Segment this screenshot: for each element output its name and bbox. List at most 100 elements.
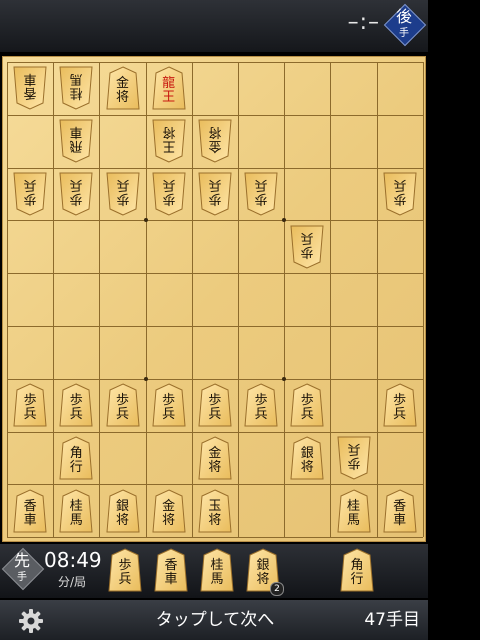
hand-piece[interactable]: 香車: [154, 548, 188, 592]
board-piece[interactable]: 歩兵: [290, 383, 324, 427]
piece-label-bottom: 兵: [69, 177, 83, 192]
board-piece[interactable]: 金将: [198, 119, 232, 163]
grid-line-horizontal: [7, 326, 423, 327]
board-piece[interactable]: 歩兵: [383, 172, 417, 216]
board-piece[interactable]: 桂馬: [336, 489, 371, 533]
tap-to-continue-prompt[interactable]: タップして次へ: [110, 608, 320, 632]
gote-info-bar: –:– 後 手: [0, 0, 428, 52]
piece-label-top: 角: [69, 446, 83, 461]
piece-label-bottom: 王: [162, 90, 176, 106]
board-piece[interactable]: 香車: [13, 66, 47, 110]
board-piece[interactable]: 歩兵: [336, 436, 371, 480]
piece-label-top: 角: [350, 558, 364, 573]
board-piece[interactable]: 王将: [152, 119, 186, 163]
board-piece[interactable]: 歩兵: [13, 383, 47, 427]
board-piece[interactable]: 飛車: [59, 119, 93, 163]
hand-piece[interactable]: 角行: [340, 548, 374, 592]
board-piece[interactable]: 歩兵: [59, 383, 93, 427]
piece-label: 桂馬: [59, 498, 93, 528]
board-piece[interactable]: 歩兵: [198, 172, 232, 216]
board-piece[interactable]: 龍王: [152, 66, 186, 110]
piece-label: 歩兵: [108, 559, 142, 587]
grid-line-vertical: [191, 62, 193, 538]
piece-label-bottom: 車: [23, 512, 37, 528]
board-piece[interactable]: 桂馬: [59, 66, 93, 110]
piece-label-bottom: 車: [69, 124, 83, 140]
board-piece[interactable]: 歩兵: [198, 383, 232, 427]
piece-label: 歩兵: [152, 177, 186, 206]
board-piece[interactable]: 桂馬: [59, 489, 93, 533]
piece-label-bottom: 兵: [23, 407, 37, 423]
shogi-board[interactable]: 香車桂馬金将龍王飛車王将金将歩兵歩兵歩兵歩兵歩兵歩兵歩兵歩兵歩兵歩兵歩兵歩兵歩兵…: [2, 56, 426, 542]
board-piece[interactable]: 香車: [383, 489, 417, 533]
board-piece[interactable]: 歩兵: [13, 172, 47, 216]
piece-label-bottom: 兵: [115, 407, 129, 423]
piece-label-top: 歩: [254, 393, 268, 409]
piece-label: 歩兵: [106, 394, 140, 422]
piece-label-top: 銀: [115, 498, 129, 514]
board-piece[interactable]: 歩兵: [383, 383, 417, 427]
board-piece[interactable]: 銀将: [290, 436, 324, 480]
piece-label: 歩兵: [152, 394, 186, 422]
piece-label-top: 金: [208, 446, 222, 461]
piece-label: 歩兵: [244, 394, 278, 422]
piece-label-top: 桂: [346, 498, 360, 514]
piece-label-top: 歩: [162, 191, 176, 206]
piece-label-top: 飛: [69, 138, 83, 154]
piece-label: 金将: [198, 447, 232, 475]
grid-line-horizontal: [7, 537, 423, 539]
piece-label-top: 桂: [69, 85, 83, 101]
gear-icon[interactable]: [18, 608, 44, 634]
board-piece[interactable]: 金将: [198, 436, 232, 480]
board-piece[interactable]: 歩兵: [105, 383, 140, 427]
piece-label-bottom: 将: [300, 460, 314, 475]
piece-label-bottom: 兵: [254, 177, 268, 192]
piece-label-bottom: 行: [350, 572, 364, 587]
grid-line-vertical: [376, 62, 378, 538]
grid-line-vertical: [284, 62, 286, 538]
grid-line-vertical: [330, 62, 332, 538]
piece-label: 角行: [59, 447, 93, 475]
piece-label-top: 桂: [210, 558, 224, 573]
piece-label-bottom: 将: [115, 512, 129, 528]
shogi-app: –:– 後 手 香車桂馬金将龍王飛車王将金将歩兵歩兵歩兵歩兵歩兵歩兵歩兵歩兵歩兵…: [0, 0, 480, 640]
piece-label-top: 歩: [23, 393, 37, 409]
board-piece[interactable]: 金将: [105, 66, 140, 110]
piece-label: 歩兵: [290, 394, 324, 422]
sente-badge: 先 手: [1, 547, 45, 591]
board-piece[interactable]: 歩兵: [152, 172, 186, 216]
piece-label-bottom: 将: [162, 512, 176, 528]
board-piece[interactable]: 歩兵: [59, 172, 93, 216]
hand-piece[interactable]: 桂馬: [200, 548, 234, 592]
piece-label-bottom: 将: [208, 124, 222, 140]
board-piece[interactable]: 玉将: [198, 489, 232, 533]
sente-badge-sublabel: 手: [17, 572, 27, 583]
board-piece[interactable]: 歩兵: [152, 383, 186, 427]
piece-label-bottom: 兵: [23, 177, 37, 192]
piece-label-top: 歩: [347, 455, 361, 470]
piece-label: 歩兵: [244, 177, 278, 206]
piece-label: 歩兵: [198, 177, 232, 206]
piece-label: 歩兵: [383, 394, 417, 422]
piece-label-top: 歩: [69, 191, 83, 206]
piece-label-top: 玉: [208, 498, 222, 514]
hand-piece[interactable]: 歩兵: [108, 548, 142, 592]
piece-label-top: 歩: [300, 393, 314, 409]
piece-label-top: 銀: [300, 446, 314, 461]
board-piece[interactable]: 歩兵: [105, 172, 140, 216]
grid-line-horizontal: [7, 220, 423, 222]
piece-label-top: 桂: [69, 498, 83, 514]
grid-line-vertical: [99, 62, 101, 538]
board-piece[interactable]: 香車: [13, 489, 47, 533]
piece-label-bottom: 兵: [116, 177, 130, 192]
piece-label: 歩兵: [337, 441, 371, 470]
board-piece[interactable]: 金将: [152, 489, 186, 533]
grid-line-vertical: [7, 62, 8, 538]
board-piece[interactable]: 歩兵: [290, 225, 324, 269]
board-piece[interactable]: 歩兵: [244, 172, 278, 216]
board-piece[interactable]: 銀将: [105, 489, 140, 533]
piece-label: 銀将: [290, 447, 324, 475]
board-piece[interactable]: 角行: [59, 436, 93, 480]
board-piece[interactable]: 歩兵: [244, 383, 278, 427]
piece-label-bottom: 車: [393, 512, 407, 528]
